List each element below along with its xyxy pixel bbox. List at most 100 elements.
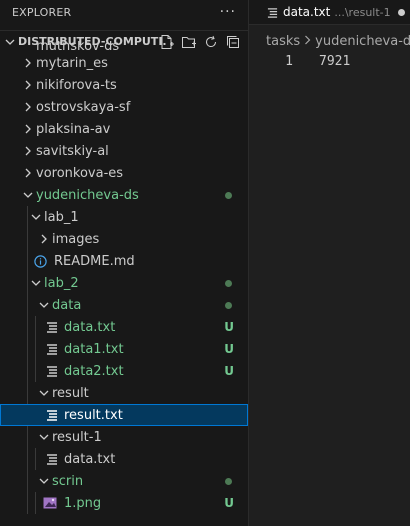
chevron-down-icon: [36, 477, 52, 485]
text-file-icon: [44, 343, 60, 355]
tree-item-label: plaksina-av: [36, 121, 111, 137]
indent-guide: [35, 360, 36, 382]
indent-guide: [27, 338, 28, 360]
indent-guide: [27, 382, 28, 404]
chevron-right-icon: [20, 102, 36, 112]
tree-item-file[interactable]: data2.txt U: [0, 360, 248, 382]
tree-item-file[interactable]: data.txt U: [0, 316, 248, 338]
file-tree: mutnskov-ds mytarin_es nikiforova-ts ost…: [0, 41, 248, 514]
tree-item-folder[interactable]: plaksina-av: [0, 118, 248, 140]
indent-guide: [27, 272, 28, 294]
chevron-down-icon: [28, 213, 44, 221]
tree-item-folder[interactable]: ostrovskaya-sf: [0, 96, 248, 118]
untracked-badge: U: [224, 342, 234, 356]
indent-guide: [27, 316, 28, 338]
chevron-right-icon: [20, 168, 36, 178]
tree-item-label: voronkova-es: [36, 165, 124, 181]
tree-item-label: mutnskov-ds: [36, 41, 120, 52]
modified-dot-icon: [225, 279, 232, 287]
tree-item-label: images: [52, 231, 100, 247]
text-file-icon: [44, 453, 60, 465]
tree-item-file-selected[interactable]: result.txt: [0, 404, 248, 426]
indent-guide: [27, 206, 28, 228]
chevron-down-icon: [20, 191, 36, 199]
indent-guide: [27, 228, 28, 250]
tree-item-label: data2.txt: [64, 363, 124, 379]
explorer-header: EXPLORER ···: [0, 0, 248, 24]
tree-item-folder[interactable]: nikiforova-ts: [0, 74, 248, 96]
text-file-icon: [44, 409, 60, 421]
chevron-right-icon: [36, 234, 52, 244]
unsaved-dot-icon[interactable]: [397, 8, 405, 16]
tree-item-folder[interactable]: lab_2: [0, 272, 248, 294]
tree-item-label: result-1: [52, 429, 102, 445]
indent-guide: [27, 250, 28, 272]
tree-item-folder[interactable]: mutnskov-ds: [0, 41, 248, 52]
text-file-icon: [44, 365, 60, 377]
tree-item-folder[interactable]: voronkova-es: [0, 162, 248, 184]
breadcrumb: tasks yudenicheva-ds: [249, 30, 410, 52]
tree-item-folder[interactable]: result: [0, 382, 248, 404]
info-icon: [32, 254, 48, 268]
tree-item-label: 1.png: [64, 495, 102, 511]
chevron-down-icon: [36, 433, 52, 441]
indent-guide: [27, 360, 28, 382]
modified-dot-icon: [225, 301, 232, 309]
tree-item-label: README.md: [54, 253, 135, 269]
tree-item-label: data1.txt: [64, 341, 124, 357]
tree-item-label: mytarin_es: [36, 55, 108, 71]
tree-item-label: result.txt: [64, 407, 123, 423]
tree-item-folder[interactable]: mytarin_es: [0, 52, 248, 74]
modified-dot-icon: [225, 191, 232, 199]
indent-guide: [27, 448, 28, 470]
chevron-down-icon: [28, 279, 44, 287]
editor-pane: data.txt ...\result-1 tasks yudenicheva-…: [249, 0, 410, 526]
tree-item-folder[interactable]: lab_1: [0, 206, 248, 228]
indent-guide: [27, 492, 28, 514]
tree-item-folder[interactable]: images: [0, 228, 248, 250]
code-text[interactable]: 7921: [319, 54, 350, 69]
tree-item-file[interactable]: 1.png U: [0, 492, 248, 514]
text-file-icon: [267, 7, 278, 18]
tree-item-label: lab_1: [44, 209, 79, 225]
tree-item-folder[interactable]: yudenicheva-ds: [0, 184, 248, 206]
tree-item-file[interactable]: data.txt: [0, 448, 248, 470]
indent-guide: [35, 492, 36, 514]
tree-item-label: yudenicheva-ds: [36, 187, 139, 203]
tree-item-file[interactable]: README.md: [0, 250, 248, 272]
untracked-badge: U: [224, 496, 234, 510]
explorer-sidebar: EXPLORER ··· DISTRIBUTED-COMPUTI... mutn…: [0, 0, 249, 526]
indent-guide: [35, 316, 36, 338]
untracked-badge: U: [224, 320, 234, 334]
indent-guide: [27, 470, 28, 492]
tree-item-label: data.txt: [64, 451, 116, 467]
breadcrumb-item[interactable]: yudenicheva-ds: [315, 34, 410, 49]
indent-guide: [27, 426, 28, 448]
tab-path: ...\result-1: [334, 5, 391, 19]
breadcrumb-item[interactable]: tasks: [266, 34, 300, 49]
image-file-icon: [42, 497, 58, 509]
indent-guide: [35, 448, 36, 470]
line-number: 1: [285, 53, 293, 69]
tree-item-folder[interactable]: savitskiy-al: [0, 140, 248, 162]
tab-data-txt[interactable]: data.txt ...\result-1: [249, 0, 405, 25]
explorer-title: EXPLORER: [12, 5, 72, 19]
tree-item-label: data: [52, 297, 82, 313]
tree-item-label: nikiforova-ts: [36, 77, 117, 93]
code-line[interactable]: 1 7921: [249, 52, 410, 70]
indent-guide: [27, 294, 28, 316]
tab-label: data.txt: [283, 5, 331, 19]
indent-guide: [35, 338, 36, 360]
more-actions-icon[interactable]: ···: [220, 4, 236, 20]
chevron-right-icon: [20, 80, 36, 90]
chevron-right-icon: [304, 34, 311, 49]
tree-item-folder[interactable]: scrin: [0, 470, 248, 492]
chevron-down-icon: [36, 301, 52, 309]
chevron-right-icon: [20, 124, 36, 134]
tree-item-folder[interactable]: result-1: [0, 426, 248, 448]
tree-item-label: savitskiy-al: [36, 143, 109, 159]
tree-item-file[interactable]: data1.txt U: [0, 338, 248, 360]
chevron-right-icon: [20, 146, 36, 156]
tree-item-folder[interactable]: data: [0, 294, 248, 316]
text-file-icon: [44, 321, 60, 333]
